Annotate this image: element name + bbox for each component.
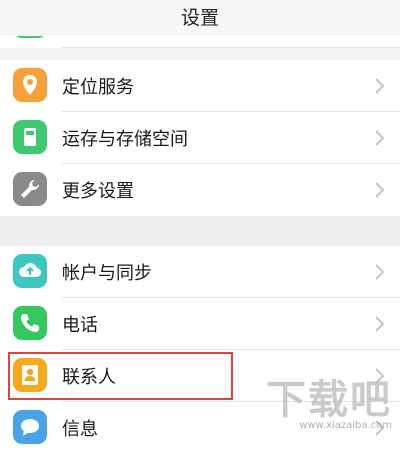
cloud-sync-icon <box>13 254 47 288</box>
title-bar: 设置 <box>0 0 400 36</box>
chevron-right-icon <box>375 264 385 280</box>
highlight-box <box>8 352 233 400</box>
settings-row-phone[interactable]: 电话 <box>0 298 400 350</box>
storage-icon <box>13 120 47 154</box>
settings-item-label: 更多设置 <box>62 181 134 202</box>
page-title: 设置 <box>180 7 219 29</box>
settings-row-accounts[interactable]: 帐户与同步 <box>0 246 400 298</box>
watermark: 下载吧 www.xiazaiba.com <box>266 380 392 432</box>
settings-item-label: 帐户与同步 <box>62 263 152 284</box>
settings-row-more[interactable]: 更多设置 <box>0 164 400 216</box>
section-gap <box>0 216 400 246</box>
message-icon <box>13 410 47 444</box>
settings-item-label: 定位服务 <box>62 77 134 98</box>
chevron-right-icon <box>375 182 385 198</box>
watermark-logo: 下载吧 <box>266 377 392 423</box>
chevron-right-icon <box>375 130 385 146</box>
chevron-right-icon <box>375 78 385 94</box>
settings-item-label: 信息 <box>62 419 98 440</box>
wrench-icon <box>13 172 47 206</box>
settings-row-storage[interactable]: 运存与存储空间 <box>0 112 400 164</box>
settings-row-location[interactable]: 定位服务 <box>0 60 400 112</box>
phone-icon <box>13 306 47 340</box>
location-pin-icon <box>13 68 47 102</box>
settings-item-label: 电话 <box>62 315 98 336</box>
settings-item-label: 运存与存储空间 <box>62 129 188 150</box>
chevron-right-icon <box>375 316 385 332</box>
